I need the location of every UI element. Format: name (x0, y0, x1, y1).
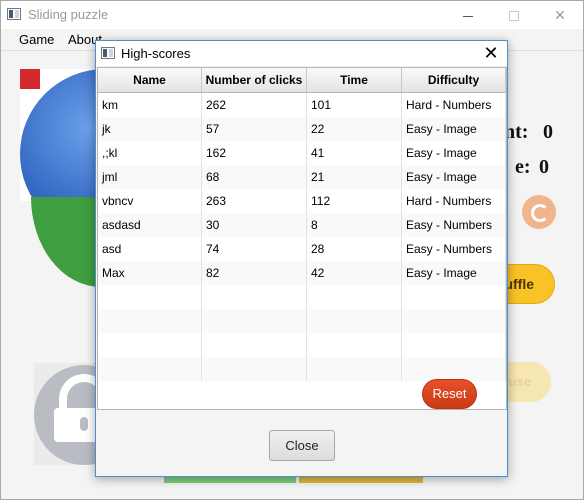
time-value: 0 (539, 156, 549, 178)
cell-time: 41 (307, 141, 402, 165)
cell-name: Max (98, 261, 202, 285)
main-titlebar: Sliding puzzle ✕ (1, 1, 583, 29)
menu-game[interactable]: Game (19, 32, 54, 47)
cell-difficulty: Easy - Numbers (402, 213, 506, 237)
cell-name: vbncv (98, 189, 202, 213)
close-button[interactable]: Close (269, 430, 335, 461)
table-row-empty (98, 285, 506, 309)
cell-time: 42 (307, 261, 402, 285)
cell-empty (202, 333, 307, 357)
table-row[interactable]: km 262 101 Hard - Numbers (98, 93, 506, 117)
reload-icon[interactable] (522, 195, 556, 229)
cell-empty (98, 309, 202, 333)
cell-difficulty: Easy - Numbers (402, 237, 506, 261)
time-label: e: (515, 156, 531, 178)
table-row[interactable]: jk 57 22 Easy - Image (98, 117, 506, 141)
cell-empty (402, 285, 506, 309)
maximize-icon (509, 11, 519, 22)
high-scores-table[interactable]: Name Number of clicks Time Difficulty km… (97, 67, 507, 410)
cell-difficulty: Hard - Numbers (402, 189, 506, 213)
cell-empty (402, 333, 506, 357)
click-count-value: 0 (543, 121, 553, 143)
dialog-titlebar: High-scores ✕ (96, 41, 507, 66)
cell-difficulty: Easy - Image (402, 165, 506, 189)
column-header-clicks[interactable]: Number of clicks (202, 68, 307, 92)
cell-empty (402, 309, 506, 333)
table-header: Name Number of clicks Time Difficulty (98, 68, 506, 93)
cell-time: 22 (307, 117, 402, 141)
table-row[interactable]: ,;kl 162 41 Easy - Image (98, 141, 506, 165)
minimize-button[interactable] (445, 1, 491, 29)
window-title: Sliding puzzle (28, 7, 109, 22)
column-header-time[interactable]: Time (307, 68, 402, 92)
cell-time: 112 (307, 189, 402, 213)
cell-name: ,;kl (98, 141, 202, 165)
dialog-close-icon[interactable]: ✕ (476, 41, 506, 66)
high-scores-dialog: High-scores ✕ Name Number of clicks Time… (95, 40, 508, 477)
cell-clicks: 262 (202, 93, 307, 117)
cell-empty (98, 357, 202, 381)
cell-name: jk (98, 117, 202, 141)
app-icon (7, 8, 21, 20)
cell-difficulty: Hard - Numbers (402, 93, 506, 117)
table-row[interactable]: Max 82 42 Easy - Image (98, 261, 506, 285)
cell-difficulty: Easy - Image (402, 117, 506, 141)
cell-clicks: 57 (202, 117, 307, 141)
cell-empty (402, 357, 506, 381)
cell-name: asd (98, 237, 202, 261)
cell-empty (202, 309, 307, 333)
cell-difficulty: Easy - Image (402, 141, 506, 165)
cell-difficulty: Easy - Image (402, 261, 506, 285)
cell-clicks: 68 (202, 165, 307, 189)
cell-empty (98, 333, 202, 357)
minimize-icon (463, 15, 473, 17)
table-row[interactable]: asd 74 28 Easy - Numbers (98, 237, 506, 261)
cell-empty (307, 333, 402, 357)
column-header-name[interactable]: Name (98, 68, 202, 92)
cell-clicks: 162 (202, 141, 307, 165)
maximize-button[interactable] (491, 1, 537, 29)
table-row[interactable]: jml 68 21 Easy - Image (98, 165, 506, 189)
table-row-empty (98, 333, 506, 357)
dialog-title: High-scores (121, 46, 191, 61)
column-header-difficulty[interactable]: Difficulty (402, 68, 506, 92)
cell-time: 101 (307, 93, 402, 117)
puzzle-image-red-corner (20, 69, 40, 89)
cell-time: 8 (307, 213, 402, 237)
cell-empty (202, 357, 307, 381)
cell-clicks: 82 (202, 261, 307, 285)
cell-time: 28 (307, 237, 402, 261)
table-row[interactable]: vbncv 263 112 Hard - Numbers (98, 189, 506, 213)
cell-empty (307, 285, 402, 309)
puzzle-image-green-shape (31, 197, 101, 287)
table-body: km 262 101 Hard - Numbers jk 57 22 Easy … (98, 93, 506, 381)
window-close-button[interactable]: ✕ (537, 1, 583, 29)
cell-empty (307, 357, 402, 381)
cell-empty (307, 309, 402, 333)
cell-empty (98, 285, 202, 309)
table-row[interactable]: asdasd 30 8 Easy - Numbers (98, 213, 506, 237)
cell-name: asdasd (98, 213, 202, 237)
reset-button[interactable]: Reset (422, 379, 477, 409)
cell-name: jml (98, 165, 202, 189)
dialog-app-icon (101, 47, 115, 59)
cell-time: 21 (307, 165, 402, 189)
cell-clicks: 74 (202, 237, 307, 261)
table-row-empty (98, 309, 506, 333)
table-row-empty (98, 357, 506, 381)
cell-name: km (98, 93, 202, 117)
cell-empty (202, 285, 307, 309)
cell-clicks: 263 (202, 189, 307, 213)
cell-clicks: 30 (202, 213, 307, 237)
